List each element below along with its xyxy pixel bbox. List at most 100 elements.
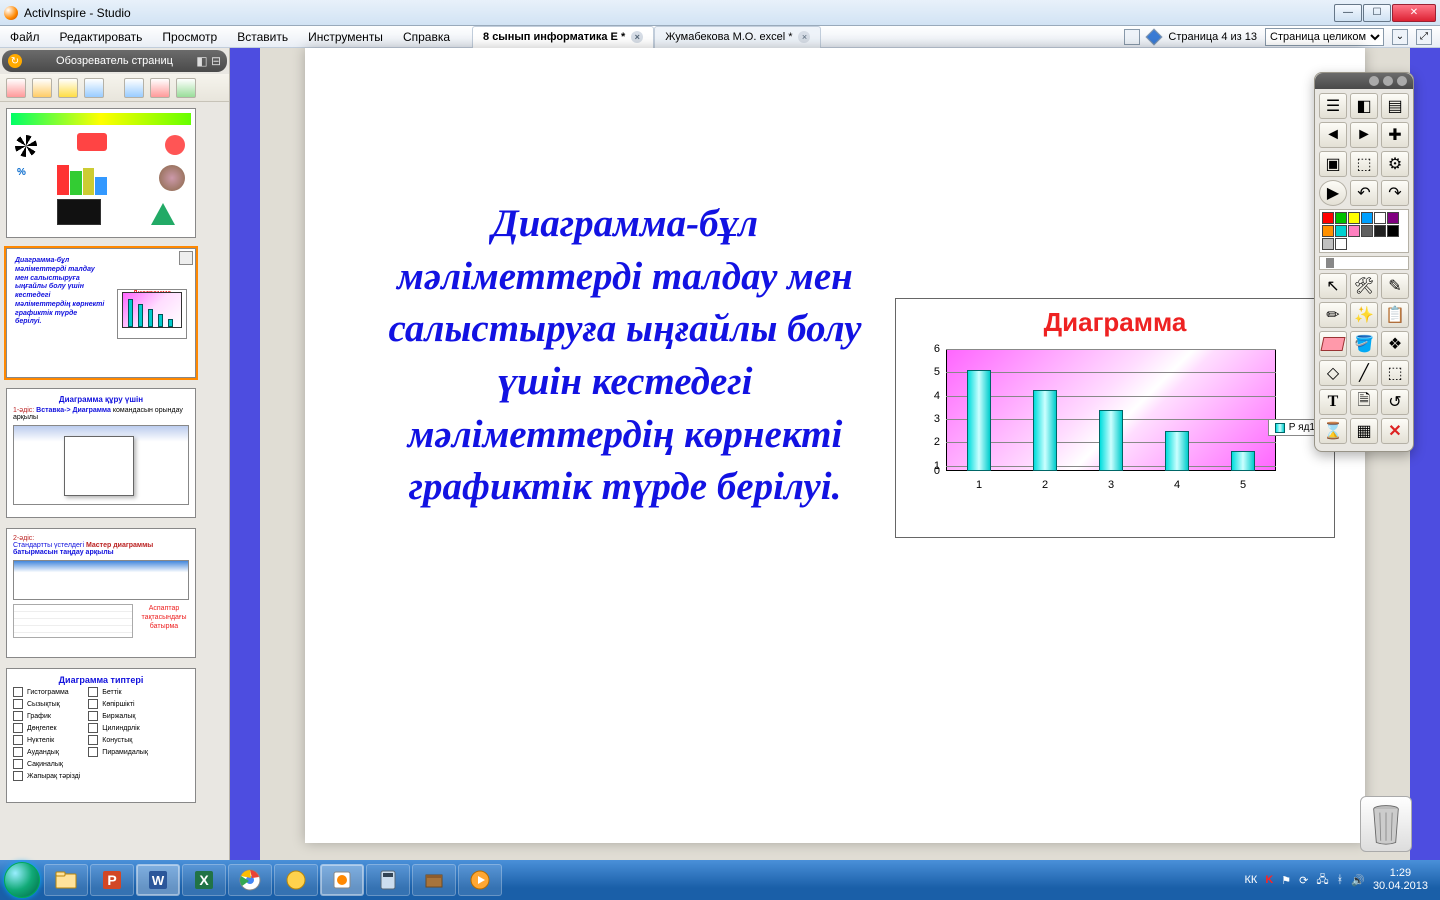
insert-media-icon[interactable]: ⬚	[1381, 360, 1409, 386]
page-thumb[interactable]: %	[6, 108, 196, 238]
page-browser-header[interactable]: ↻ Обозреватель страниц ◧ ⊟	[2, 50, 227, 72]
browser-resources-icon[interactable]	[32, 78, 52, 98]
color-pick-icon[interactable]: ✚	[1381, 122, 1409, 148]
menu-insert[interactable]: Вставить	[227, 26, 298, 47]
pen-width-slider[interactable]	[1319, 256, 1409, 270]
pen-tool-icon[interactable]: ✎	[1381, 273, 1409, 299]
page-thumb[interactable]: 2-әдіс: Стандартты үстелдегі Мастер диаг…	[6, 528, 196, 658]
color-swatch[interactable]	[1374, 212, 1386, 224]
tray-bluetooth-icon[interactable]: ᚼ	[1337, 874, 1344, 886]
system-tray[interactable]: КК K ⚑ ⟳ 🖧 ᚼ 🔊 1:29 30.04.2013	[1244, 867, 1436, 893]
start-vote-icon[interactable]: ▣	[1319, 151, 1347, 177]
tray-clock[interactable]: 1:29 30.04.2013	[1373, 867, 1428, 893]
menu-edit[interactable]: Редактировать	[50, 26, 153, 47]
clear-icon[interactable]: ❖	[1381, 331, 1409, 357]
color-swatch[interactable]	[1361, 225, 1373, 237]
browser-objects-icon[interactable]	[58, 78, 78, 98]
panel-pin-icon[interactable]: ◧ ⊟	[196, 54, 221, 68]
taskbar-word-icon[interactable]: W	[136, 864, 180, 896]
color-swatch[interactable]	[1335, 212, 1347, 224]
highlighter-tool-icon[interactable]: ✏	[1319, 302, 1347, 328]
taskbar-chrome-icon[interactable]	[228, 864, 272, 896]
select-tool-icon[interactable]: ↖	[1319, 273, 1347, 299]
tray-language[interactable]: КК	[1244, 874, 1257, 886]
color-swatch[interactable]	[1322, 238, 1334, 250]
annotate-desktop-icon[interactable]: ▤	[1381, 93, 1409, 119]
color-swatch[interactable]	[1361, 212, 1373, 224]
browser-actions-icon[interactable]	[150, 78, 170, 98]
start-button[interactable]	[4, 862, 40, 898]
taskbar-mediaplayer-icon[interactable]	[458, 864, 502, 896]
minimize-button[interactable]: —	[1334, 4, 1362, 22]
taskbar-powerpoint-icon[interactable]: P	[90, 864, 134, 896]
color-swatch[interactable]	[1335, 225, 1347, 237]
color-swatch[interactable]	[1322, 212, 1334, 224]
page-thumb-current[interactable]: Диаграмма-бұл мәліметтерді талдау мен са…	[6, 248, 196, 378]
close-button[interactable]: ✕	[1392, 4, 1436, 22]
menu-tools[interactable]: Инструменты	[298, 26, 393, 47]
menu-view[interactable]: Просмотр	[152, 26, 227, 47]
menu-file[interactable]: Файл	[0, 26, 50, 47]
color-swatch[interactable]	[1348, 212, 1360, 224]
connector-tool-icon[interactable]: ╱	[1350, 360, 1378, 386]
color-swatch[interactable]	[1387, 212, 1399, 224]
taskbar-excel-icon[interactable]: X	[182, 864, 226, 896]
tab-close-icon[interactable]: ×	[798, 31, 810, 43]
text-tool-icon[interactable]: T	[1319, 389, 1347, 415]
switch-profile-icon[interactable]: ◧	[1350, 93, 1378, 119]
menu-help[interactable]: Справка	[393, 26, 460, 47]
tab-close-icon[interactable]: ×	[631, 31, 643, 43]
tools-icon[interactable]: 🛠	[1350, 273, 1378, 299]
page-thumb[interactable]: Диаграмма құру үшін 1-әдіс: Вставка-> Ди…	[6, 388, 196, 518]
taskbar-explorer-icon[interactable]	[44, 864, 88, 896]
tray-kaspersky-icon[interactable]: K	[1265, 874, 1273, 886]
play-icon[interactable]: ▶	[1319, 180, 1347, 206]
browser-voting-icon[interactable]	[176, 78, 196, 98]
chart-panel[interactable]: Диаграмма 6	[895, 298, 1335, 538]
taskbar-calc-icon[interactable]	[366, 864, 410, 896]
page-thumbnails[interactable]: % Диаграмма-бұл мәліметтерді талдау мен …	[0, 102, 229, 860]
undo-icon[interactable]: ↶	[1350, 180, 1378, 206]
taskbar-winrar-icon[interactable]	[412, 864, 456, 896]
color-swatch[interactable]	[1348, 225, 1360, 237]
browser-notes-icon[interactable]	[84, 78, 104, 98]
refresh-icon[interactable]: ↻	[8, 54, 22, 68]
color-swatch[interactable]	[1335, 238, 1347, 250]
reset-page-icon[interactable]: ↺	[1381, 389, 1409, 415]
color-swatch[interactable]	[1374, 225, 1386, 237]
tab-flipchart-2[interactable]: Жумабекова М.О. excel * ×	[654, 26, 821, 48]
taskbar-app1-icon[interactable]	[274, 864, 318, 896]
next-page-icon[interactable]: ►	[1350, 122, 1378, 148]
browser-properties-icon[interactable]	[124, 78, 144, 98]
trash-bin[interactable]	[1360, 796, 1412, 852]
paste-icon[interactable]: 📋	[1381, 302, 1409, 328]
toolbox-pin-icon[interactable]	[1383, 76, 1393, 86]
design-mode-icon[interactable]	[1124, 29, 1140, 45]
zoom-select[interactable]: Страница целиком	[1265, 28, 1384, 46]
prev-page-icon[interactable]: ◄	[1319, 122, 1347, 148]
shape-tool-icon[interactable]: ◇	[1319, 360, 1347, 386]
eraser-tool-icon[interactable]	[1319, 331, 1347, 357]
toolbox-close-icon[interactable]	[1397, 76, 1407, 86]
tools-menu-icon[interactable]: ⚙	[1381, 151, 1409, 177]
toolbox-header[interactable]	[1315, 73, 1413, 89]
new-page-icon[interactable]: 🗎	[1350, 389, 1378, 415]
color-swatch[interactable]	[1322, 225, 1334, 237]
maximize-button[interactable]: ☐	[1363, 4, 1391, 22]
slide-body-text[interactable]: Диаграмма-бұл мәліметтерді талдау мен са…	[375, 198, 875, 514]
main-toolbox[interactable]: ☰ ◧ ▤ ◄ ► ✚ ▣ ⬚ ⚙ ▶ ↶ ↷	[1314, 72, 1414, 452]
tray-update-icon[interactable]: ⟳	[1299, 874, 1308, 887]
fullscreen-icon[interactable]: ⤢	[1416, 29, 1432, 45]
thumb-options-icon[interactable]	[179, 251, 193, 265]
tray-flag-icon[interactable]: ⚑	[1281, 874, 1291, 887]
main-menu-icon[interactable]: ☰	[1319, 93, 1347, 119]
options-dropdown-icon[interactable]: ⌄	[1392, 29, 1408, 45]
magic-ink-icon[interactable]: ✨	[1350, 302, 1378, 328]
presentation-mode-icon[interactable]	[1146, 28, 1163, 45]
tray-volume-icon[interactable]: 🔊	[1351, 874, 1365, 887]
timer-tool-icon[interactable]: ⌛	[1319, 418, 1347, 444]
toolbox-roll-icon[interactable]	[1369, 76, 1379, 86]
page-thumb[interactable]: Диаграмма типтері Гистограмма Сызықтық Г…	[6, 668, 196, 803]
color-swatch[interactable]	[1387, 225, 1399, 237]
delete-icon[interactable]: ✕	[1381, 418, 1409, 444]
